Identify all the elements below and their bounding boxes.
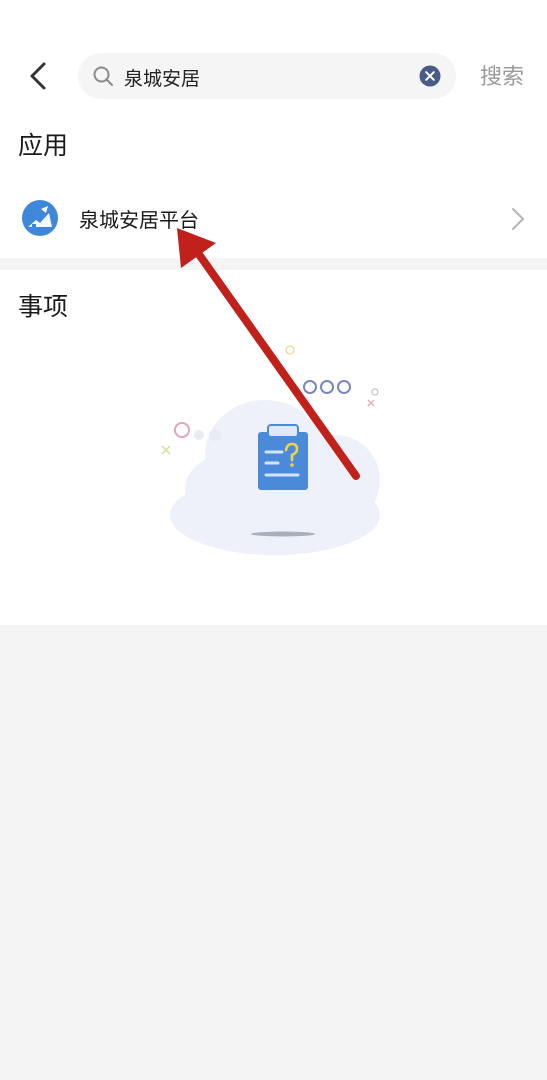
clear-icon[interactable] [419,65,441,87]
section-divider [0,258,547,270]
list-item-app[interactable]: 泉城安居平台 [0,186,547,252]
search-input[interactable] [122,59,406,95]
section-title-apps: 应用 [18,131,69,160]
search-icon [93,66,113,86]
empty-state-illustration [161,345,380,555]
search-bar[interactable] [78,53,456,99]
house-logo-icon [22,200,58,236]
section-title-items: 事项 [18,292,69,321]
app-name: 泉城安居平台 [79,208,199,232]
chevron-left-icon [30,62,46,90]
back-button[interactable] [18,56,58,96]
search-button[interactable]: 搜索 [480,59,524,91]
chevron-right-icon [512,208,524,230]
